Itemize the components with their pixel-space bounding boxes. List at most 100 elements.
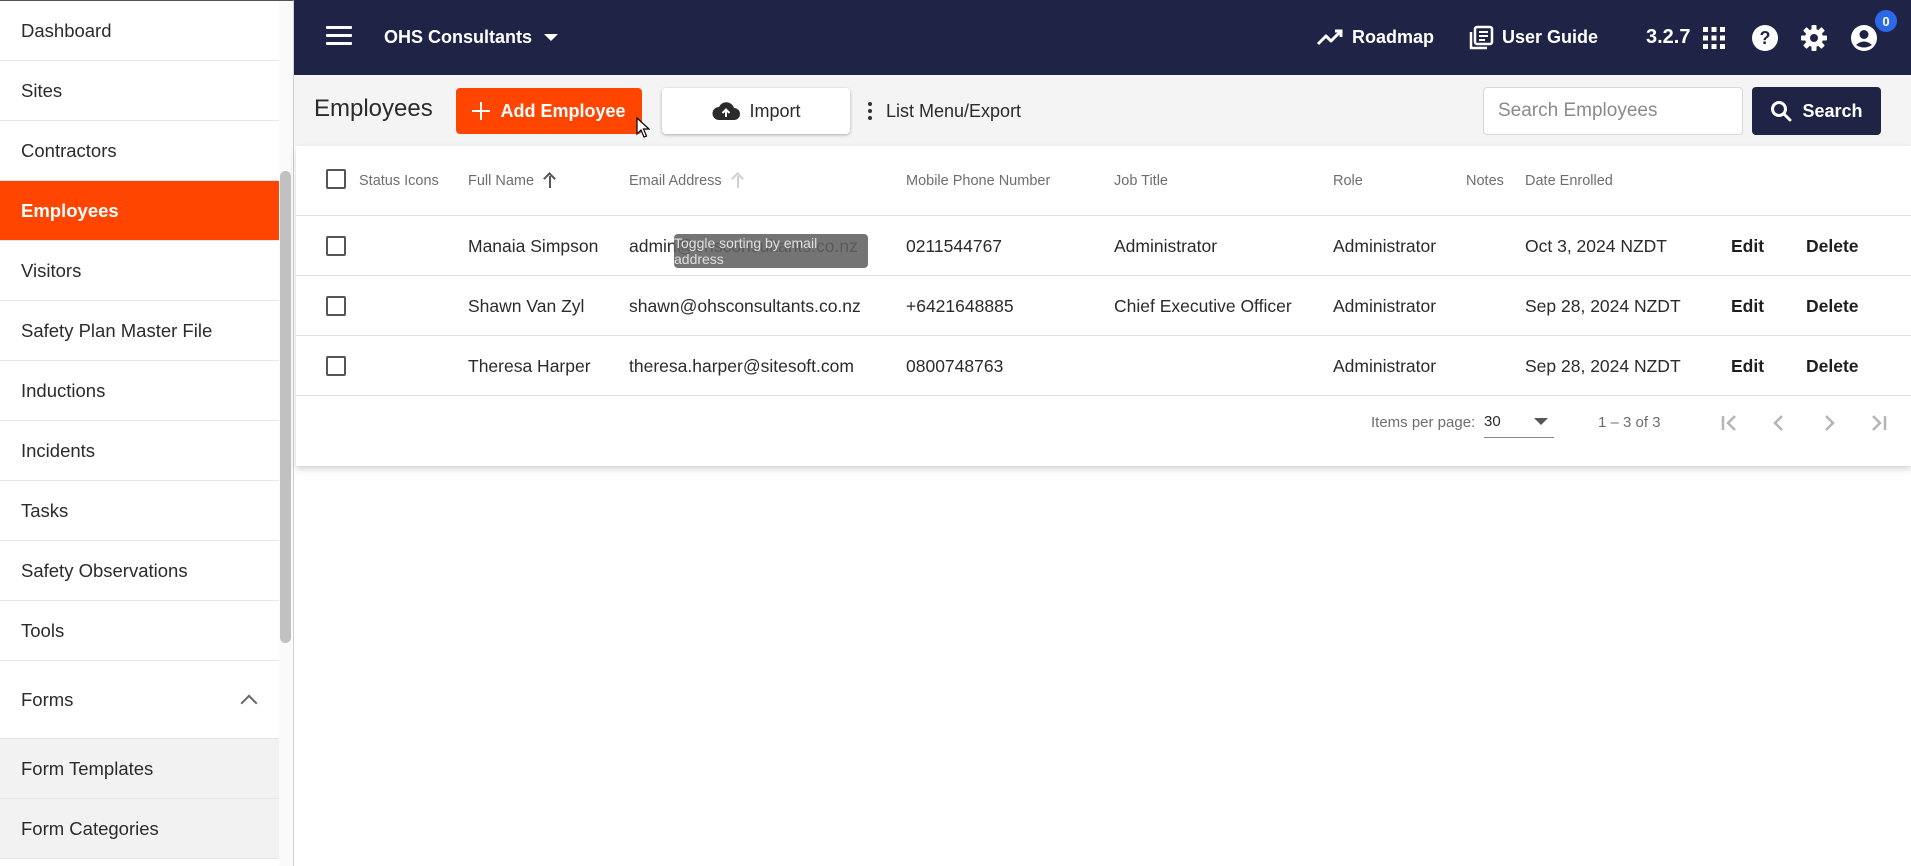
page-range-label: 1 – 3 of 3	[1598, 414, 1661, 431]
list-menu-export-label: List Menu/Export	[886, 100, 1022, 121]
last-page-icon[interactable]	[1864, 408, 1894, 438]
page-size-value: 30	[1484, 413, 1501, 430]
sidebar-item-label: Safety Observations	[21, 559, 188, 581]
delete-button[interactable]: Delete	[1806, 216, 1859, 276]
header-notes: Notes	[1466, 173, 1504, 189]
page-title: Employees	[314, 95, 433, 122]
row-checkbox[interactable]	[326, 296, 346, 316]
table-header-row: Status Icons Full Name Email Address Mob…	[296, 146, 1911, 216]
sidebar-item-label: Employees	[21, 199, 119, 221]
select-all-checkbox[interactable]	[326, 169, 346, 189]
account-icon[interactable]	[1850, 24, 1878, 52]
caret-down-icon	[544, 34, 559, 41]
sidebar-item-form-templates[interactable]: Form Templates	[0, 739, 279, 799]
roadmap-link[interactable]: Roadmap	[1316, 0, 1434, 75]
sidebar-group-forms[interactable]: Forms	[0, 661, 279, 739]
sidebar-scrollbar-thumb[interactable]	[280, 171, 291, 643]
sidebar-item-tasks[interactable]: Tasks	[0, 481, 279, 541]
search-icon	[1771, 101, 1792, 122]
sidebar-item-form-categories[interactable]: Form Categories	[0, 799, 279, 859]
cell-date-enrolled: Oct 3, 2024 NZDT	[1525, 235, 1667, 256]
previous-page-icon[interactable]	[1764, 408, 1794, 438]
sidebar-group-label: Forms	[21, 688, 74, 710]
search-button[interactable]: Search	[1752, 87, 1881, 135]
app-root: Dashboard Sites Contractors Employees Vi…	[0, 0, 1911, 866]
header-job-title[interactable]: Job Title	[1114, 146, 1168, 216]
user-guide-link[interactable]: User Guide	[1468, 0, 1598, 75]
cell-job-title: Administrator	[1114, 235, 1218, 256]
help-icon[interactable]: ?	[1751, 24, 1779, 52]
header-date-enrolled[interactable]: Date Enrolled	[1525, 146, 1613, 216]
sidebar-item-label: Incidents	[21, 439, 96, 461]
sidebar-item-employees[interactable]: Employees	[0, 181, 279, 241]
user-guide-label: User Guide	[1502, 27, 1599, 47]
sidebar-item-label: Contractors	[21, 139, 117, 161]
more-vert-icon	[868, 102, 872, 120]
sidebar-item-dashboard[interactable]: Dashboard	[0, 1, 279, 61]
org-selector[interactable]: OHS Consultants	[384, 0, 559, 75]
apps-grid-icon[interactable]	[1702, 26, 1730, 54]
sidebar-item-label: Inductions	[21, 379, 106, 401]
library-books-icon	[1469, 25, 1494, 49]
cell-role: Administrator	[1333, 235, 1437, 256]
cell-job-title: Chief Executive Officer	[1114, 295, 1292, 316]
sidebar-item-safety-observations[interactable]: Safety Observations	[0, 541, 279, 601]
header-status-icons: Status Icons	[359, 173, 439, 189]
roadmap-label: Roadmap	[1352, 27, 1435, 47]
sidebar-item-label: Form Templates	[21, 757, 154, 779]
sidebar-item-tools[interactable]: Tools	[0, 601, 279, 661]
cell-full-name: Manaia Simpson	[468, 235, 599, 256]
import-button[interactable]: Import	[662, 88, 850, 134]
org-name: OHS Consultants	[384, 27, 533, 47]
header-email-address[interactable]: Email Address	[629, 146, 744, 216]
paginator: Items per page: 30 1 – 3 of 3	[296, 386, 1911, 462]
sort-arrow-up-icon	[544, 173, 556, 189]
top-bar: OHS Consultants Roadmap User Guide 3.2.7…	[294, 0, 1911, 75]
sidebar-item-visitors[interactable]: Visitors	[0, 241, 279, 301]
sidebar-item-label: Sites	[21, 79, 63, 101]
caret-down-icon	[1534, 418, 1548, 425]
list-menu-export-button[interactable]: List Menu/Export	[868, 88, 1021, 134]
search-label: Search	[1802, 100, 1863, 121]
sidebar-item-label: Visitors	[21, 259, 82, 281]
edit-button[interactable]: Edit	[1731, 216, 1764, 276]
cell-date-enrolled: Sep 28, 2024 NZDT	[1525, 295, 1681, 316]
page-size-select[interactable]: 30	[1484, 406, 1554, 438]
add-employee-button[interactable]: Add Employee	[456, 88, 642, 134]
menu-icon[interactable]	[326, 26, 352, 48]
row-checkbox[interactable]	[326, 236, 346, 256]
cell-mobile: 0211544767	[906, 235, 1003, 256]
first-page-icon[interactable]	[1714, 408, 1744, 438]
svg-text:?: ?	[1760, 28, 1771, 48]
delete-button[interactable]: Delete	[1806, 276, 1859, 336]
cell-email: shawn@ohsconsultants.co.nz	[629, 295, 861, 316]
chevron-up-icon	[240, 694, 258, 711]
row-checkbox[interactable]	[326, 356, 346, 376]
sort-arrow-up-icon	[732, 173, 744, 189]
edit-button[interactable]: Edit	[1731, 276, 1764, 336]
header-full-name[interactable]: Full Name	[468, 146, 556, 216]
header-email-label: Email Address	[629, 173, 722, 189]
sidebar-item-incidents[interactable]: Incidents	[0, 421, 279, 481]
trending-up-icon	[1316, 29, 1343, 45]
employees-table-card: Status Icons Full Name Email Address Mob…	[296, 146, 1911, 466]
table-row: Manaia Simpson admin@ohsconsultants.co.n…	[296, 216, 1911, 276]
sidebar-item-inductions[interactable]: Inductions	[0, 361, 279, 421]
gear-icon[interactable]	[1800, 24, 1828, 52]
search-employees-input[interactable]	[1483, 87, 1743, 135]
header-role[interactable]: Role	[1333, 146, 1363, 216]
version-label: 3.2.7	[1646, 26, 1691, 48]
import-label: Import	[749, 100, 801, 121]
page-toolbar: Employees Add Employee Import List Menu/…	[294, 75, 1911, 146]
sidebar-item-sites[interactable]: Sites	[0, 61, 279, 121]
cell-full-name: Shawn Van Zyl	[468, 295, 585, 316]
header-mobile-phone[interactable]: Mobile Phone Number	[906, 146, 1050, 216]
sidebar-item-contractors[interactable]: Contractors	[0, 121, 279, 181]
sidebar-item-safety-plan-master-file[interactable]: Safety Plan Master File	[0, 301, 279, 361]
next-page-icon[interactable]	[1814, 408, 1844, 438]
sort-tooltip: Toggle sorting by email address	[674, 234, 868, 268]
cell-role: Administrator	[1333, 295, 1437, 316]
mouse-cursor-icon	[636, 117, 650, 138]
sidebar-item-label: Dashboard	[21, 19, 112, 41]
main-content: Employees Add Employee Import List Menu/…	[294, 75, 1911, 866]
